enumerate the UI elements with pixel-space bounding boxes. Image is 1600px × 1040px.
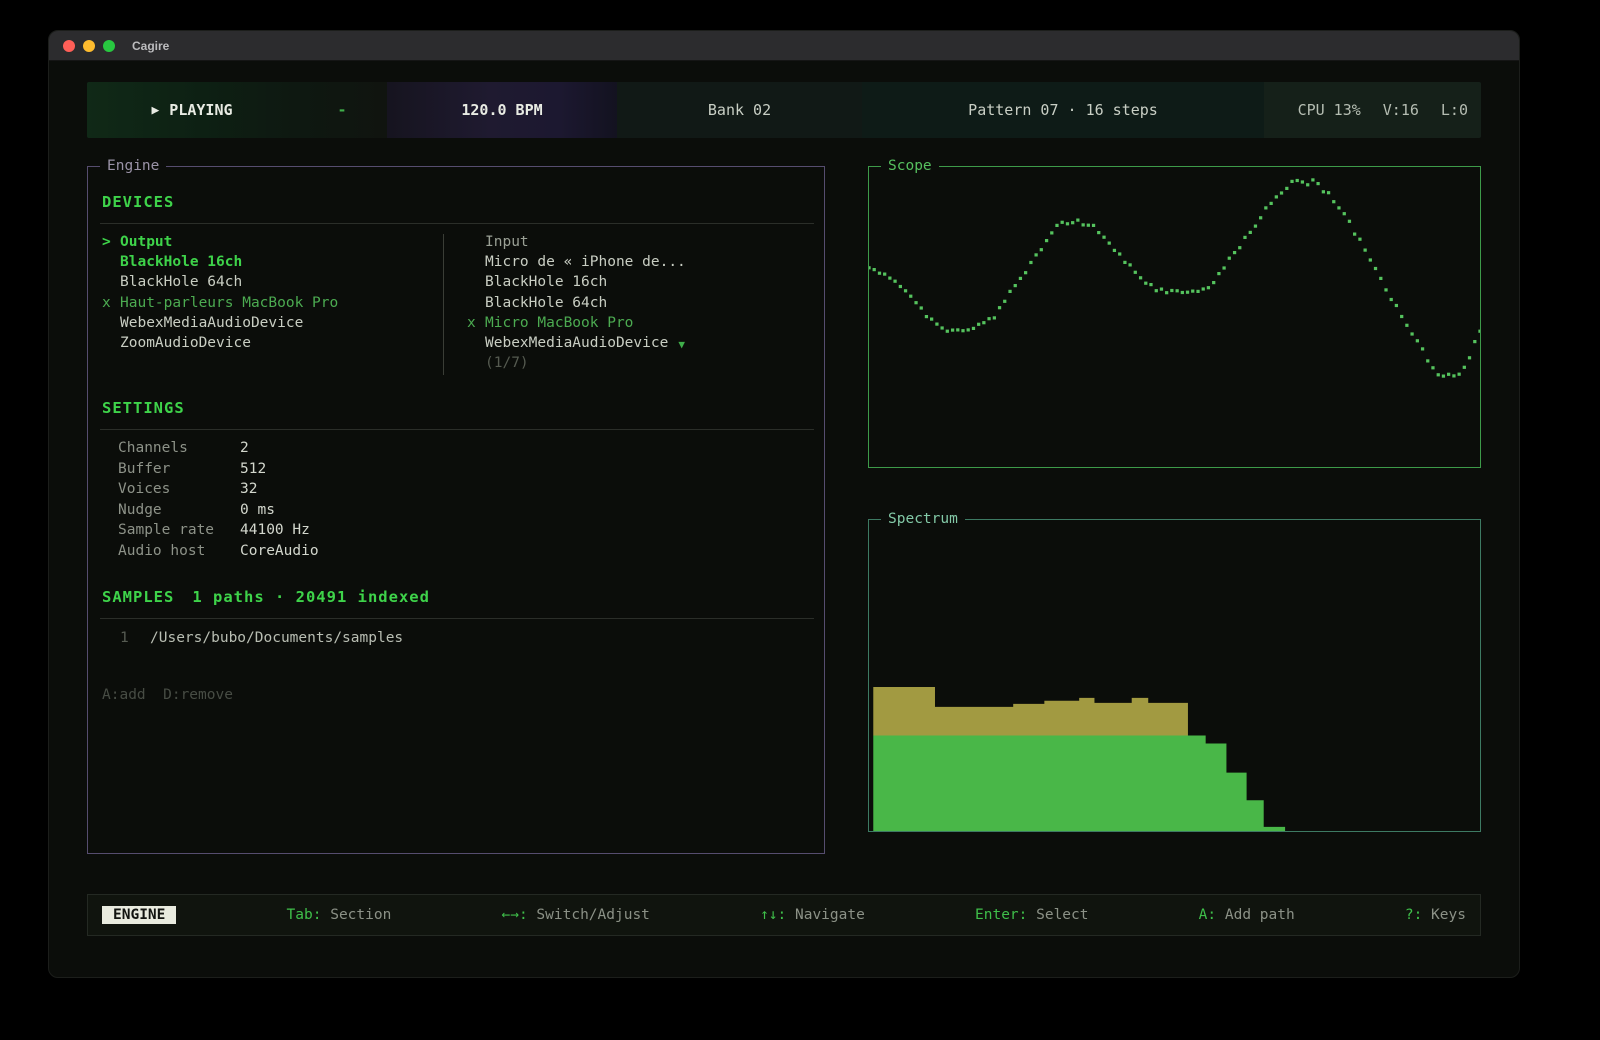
shortcut-tab: Tab: Section [287, 907, 392, 923]
more-below-icon: ▼ [678, 335, 685, 355]
cursor-icon: > [102, 234, 120, 254]
setting-label: Buffer [118, 461, 240, 482]
spectrum-chart [869, 520, 1480, 831]
zoom-button[interactable] [103, 40, 115, 52]
cpu-usage: CPU 13% [1298, 101, 1361, 119]
transport-label: PLAYING [169, 101, 232, 119]
setting-row[interactable]: Audio host CoreAudio [118, 543, 824, 564]
input-column-header[interactable]: Input [467, 234, 824, 254]
input-pagination: (1/7) [467, 355, 824, 375]
divider [100, 429, 814, 430]
device-item[interactable]: ZoomAudioDevice [102, 335, 443, 355]
output-device-list: > Output BlackHole 16ch BlackHole 64ch [88, 234, 443, 375]
path-value: /Users/bubo/Documents/samples [150, 630, 403, 646]
device-item[interactable]: WebexMediaAudioDevice [102, 315, 443, 335]
setting-value: CoreAudio [240, 543, 319, 564]
setting-value: 44100 Hz [240, 522, 310, 543]
device-item[interactable]: Micro de « iPhone de... [467, 254, 824, 274]
latency-count: L:0 [1441, 101, 1468, 119]
sample-path-row[interactable]: 1 /Users/bubo/Documents/samples [88, 630, 824, 646]
setting-value: 2 [240, 440, 249, 461]
samples-heading: SAMPLES [102, 588, 174, 606]
minimize-button[interactable] [83, 40, 95, 52]
device-item[interactable]: x Micro MacBook Pro [467, 315, 824, 335]
active-marker: x [467, 315, 485, 335]
samples-section: SAMPLES 1 paths · 20491 indexed 1 /Users… [88, 588, 824, 703]
setting-row[interactable]: Voices 32 [118, 481, 824, 502]
output-column-header[interactable]: > Output [102, 234, 443, 254]
samples-summary: 1 paths · 20491 indexed [192, 588, 430, 606]
transport-status: ▶ PLAYING [87, 82, 297, 138]
spectrum-panel-label: Spectrum [881, 511, 965, 527]
device-item[interactable]: BlackHole 64ch [102, 274, 443, 294]
input-device-list: Input Micro de « iPhone de... BlackHole … [443, 234, 824, 375]
engine-panel: Engine DEVICES > Output BlackHole [87, 166, 825, 854]
bottom-bar: ENGINE Tab: Section ←→: Switch/Adjust ↑↓… [87, 894, 1481, 936]
tick-indicator: - [297, 82, 387, 138]
shortcut-select: Enter: Select [975, 907, 1089, 923]
device-item[interactable]: BlackHole 64ch [467, 295, 824, 315]
divider [100, 618, 814, 619]
setting-label: Nudge [118, 502, 240, 523]
setting-label: Voices [118, 481, 240, 502]
shortcut-add-path: A: Add path [1199, 907, 1295, 923]
device-item[interactable]: WebexMediaAudioDevice ▼ [467, 335, 824, 355]
spectrum-panel: Spectrum [868, 519, 1481, 832]
mode-badge[interactable]: ENGINE [102, 906, 176, 924]
setting-label: Sample rate [118, 522, 240, 543]
setting-value: 512 [240, 461, 266, 482]
left-right-arrows-icon: ←→ [501, 907, 518, 923]
device-item[interactable]: BlackHole 16ch [467, 274, 824, 294]
setting-label: Audio host [118, 543, 240, 564]
shortcut-switch-adjust: ←→: Switch/Adjust [501, 907, 649, 923]
devices-heading: DEVICES [102, 193, 824, 211]
scope-panel-label: Scope [881, 158, 939, 174]
traffic-lights [63, 40, 115, 52]
window-title: Cagire [132, 39, 169, 53]
divider [100, 223, 814, 224]
settings-heading: SETTINGS [102, 399, 824, 417]
titlebar: Cagire [49, 31, 1519, 61]
play-icon: ▶ [151, 103, 159, 118]
shortcut-keys: ?: Keys [1405, 907, 1466, 923]
samples-hint: A:add D:remove [88, 687, 824, 703]
pattern-display: Pattern 07 · 16 steps [862, 82, 1264, 138]
setting-value: 32 [240, 481, 257, 502]
up-down-arrows-icon: ↑↓ [760, 907, 777, 923]
setting-row[interactable]: Buffer 512 [118, 461, 824, 482]
setting-label: Channels [118, 440, 240, 461]
path-index: 1 [120, 630, 150, 646]
device-item[interactable]: x Haut-parleurs MacBook Pro [102, 295, 443, 315]
setting-row[interactable]: Channels 2 [118, 440, 824, 461]
active-marker: x [102, 295, 120, 315]
devices-section: DEVICES > Output BlackHole 16ch [88, 193, 824, 375]
shortcut-navigate: ↑↓: Navigate [760, 907, 865, 923]
cpu-stats: CPU 13% V:16 L:0 [1264, 82, 1481, 138]
scope-panel: Scope [868, 166, 1481, 468]
engine-panel-label: Engine [100, 158, 166, 174]
bank-display: Bank 02 [617, 82, 862, 138]
setting-value: 0 ms [240, 502, 275, 523]
settings-section: SETTINGS Channels 2 Buffer 512 Voices [88, 399, 824, 563]
app-window: Cagire ▶ PLAYING - 120.0 BPM Bank 02 Pat… [48, 30, 1520, 978]
scope-waveform [869, 167, 1480, 467]
device-item[interactable]: BlackHole 16ch [102, 254, 443, 274]
voice-count: V:16 [1383, 101, 1419, 119]
status-bar: ▶ PLAYING - 120.0 BPM Bank 02 Pattern 07… [87, 82, 1481, 138]
setting-row[interactable]: Nudge 0 ms [118, 502, 824, 523]
bpm-display: 120.0 BPM [387, 82, 617, 138]
setting-row[interactable]: Sample rate 44100 Hz [118, 522, 824, 543]
close-button[interactable] [63, 40, 75, 52]
